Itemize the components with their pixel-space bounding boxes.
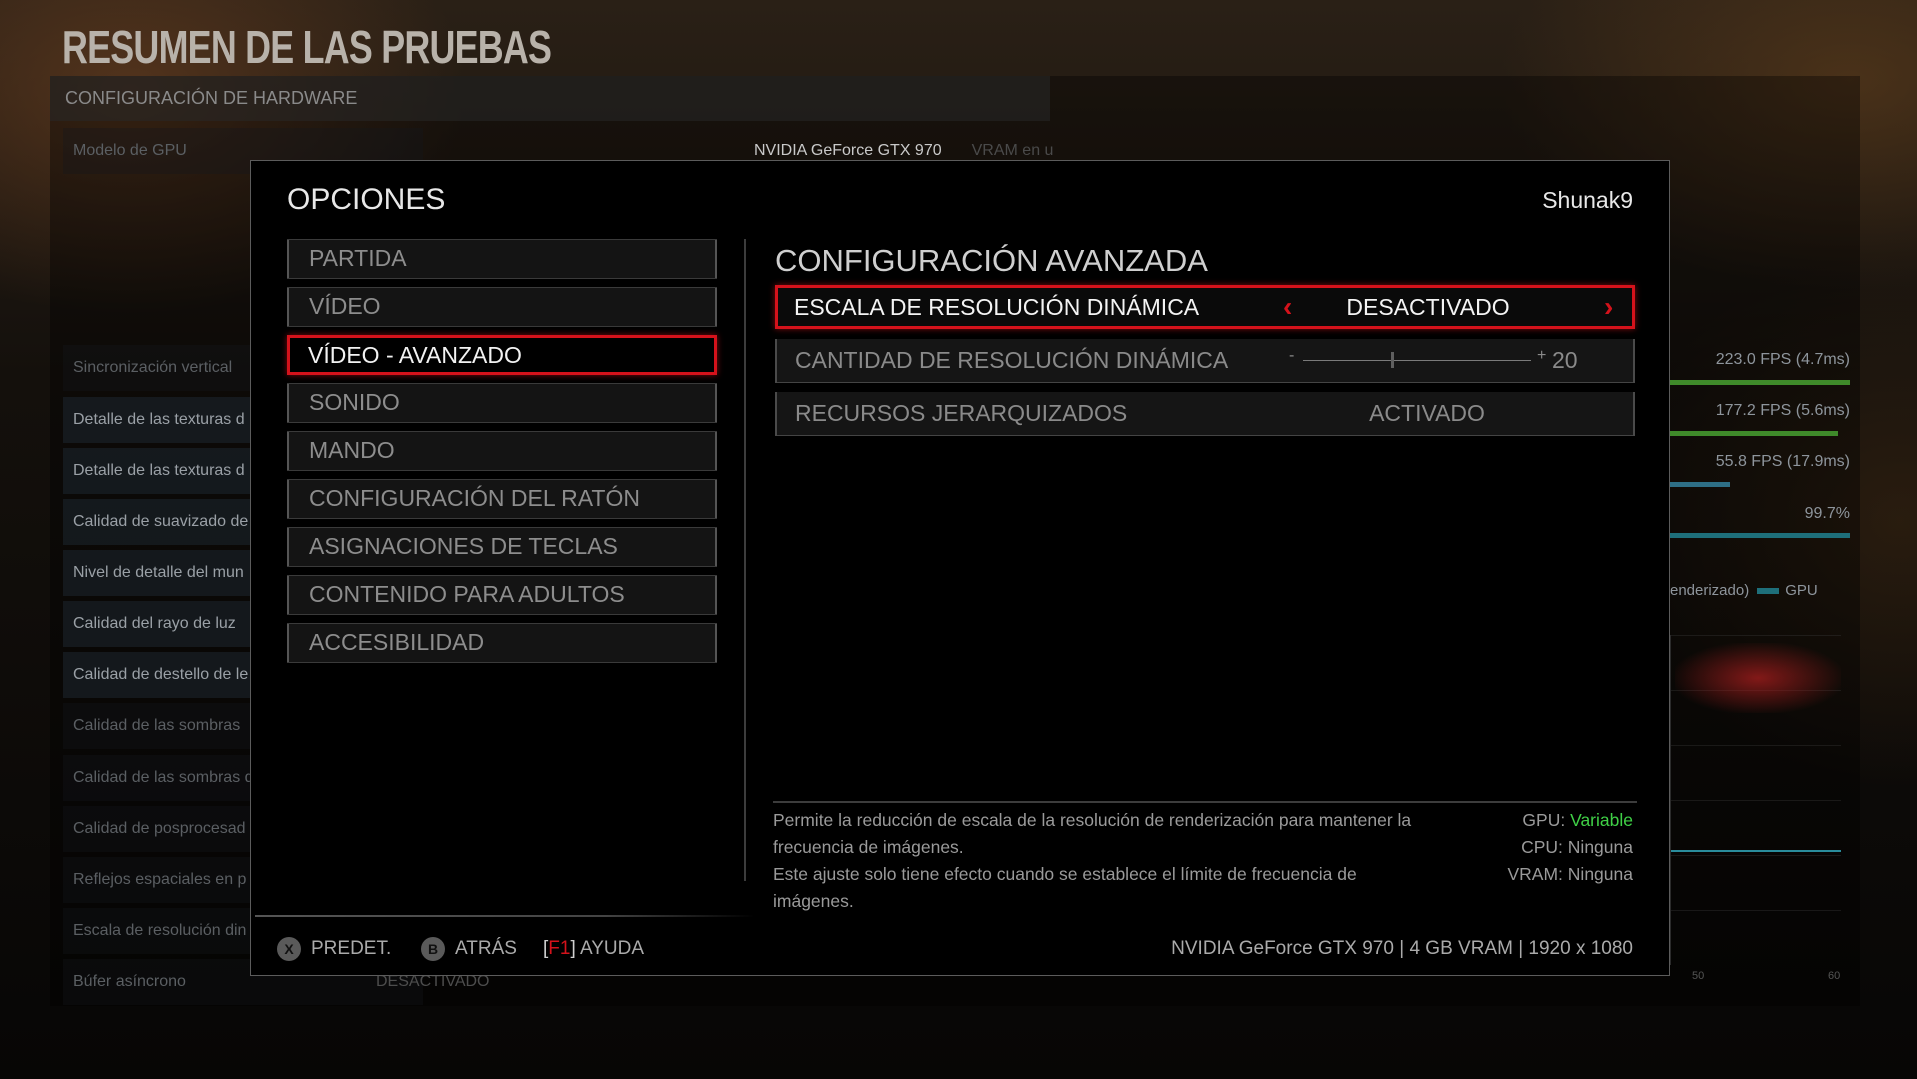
setting-description: Permite la reducción de escala de la res… [773,807,1473,915]
menu-item-video[interactable]: VÍDEO [287,287,717,327]
slider-plus-icon: + [1537,347,1547,364]
background-fps-bar [1670,380,1850,385]
background-gpu-value: NVIDIA GeForce GTX 970 VRAM en u [754,142,1054,159]
performance-impact: GPU: Variable CPU: Ninguna VRAM: Ninguna [1473,807,1633,888]
menu-item-configuracion-raton[interactable]: CONFIGURACIÓN DEL RATÓN [287,479,717,519]
impact-vram: VRAM: Ninguna [1507,864,1633,884]
setting-dynamic-resolution-amount[interactable]: CANTIDAD DE RESOLUCIÓN DINÁMICA - + 20 [775,339,1635,383]
background-fps: 223.0 FPS (4.7ms) [1715,351,1850,368]
background-axis-tick: 60 [1828,970,1841,982]
setting-value: DESACTIVADO [1346,294,1510,320]
background-percent: 99.7% [1804,505,1850,522]
dialog-title: OPCIONES [287,183,446,216]
system-info: NVIDIA GeForce GTX 970 | 4 GB VRAM | 192… [1171,938,1633,959]
impact-gpu: GPU: Variable [1522,810,1633,830]
gamertag: Shunak9 [1542,187,1633,213]
description-line: Este ajuste solo tiene efecto cuando se … [773,864,1357,884]
f1-key-icon: [F1] [543,938,576,959]
panel-divider [744,239,746,881]
slider-thumb[interactable] [1390,352,1394,368]
x-button-icon: X [277,936,301,961]
section-title: CONFIGURACIÓN AVANZADA [775,243,1208,278]
description-line: Permite la reducción de escala de la res… [773,810,1412,830]
menu-item-video-avanzado[interactable]: VÍDEO - AVANZADO [287,335,717,375]
impact-cpu: CPU: Ninguna [1521,837,1633,857]
background-graph [1670,635,1841,965]
legend-swatch-icon [1757,588,1780,595]
footer-divider [255,915,755,917]
menu-item-partida[interactable]: PARTIDA [287,239,717,279]
options-dialog: OPCIONES Shunak9 PARTIDA VÍDEO VÍDEO - A… [250,160,1670,976]
background-fps-bar [1670,482,1730,487]
background-hardware-header: CONFIGURACIÓN DE HARDWARE [50,76,1050,121]
description-divider [773,801,1637,803]
setting-tiled-resources[interactable]: RECURSOS JERARQUIZADOS ACTIVADO [775,392,1635,436]
slider-track[interactable] [1303,360,1531,361]
b-button-icon: B [421,936,445,961]
setting-value: ACTIVADO [1369,400,1485,426]
slider-value: 20 [1552,347,1578,373]
description-line: imágenes. [773,891,854,911]
menu-item-mando[interactable]: MANDO [287,431,717,471]
background-legend: (renderizado) GPU [1660,582,1818,599]
chevron-right-icon[interactable]: › [1604,288,1613,326]
background-fps-bar [1670,431,1838,436]
setting-label: RECURSOS JERARQUIZADOS [795,400,1128,426]
description-line: frecuencia de imágenes. [773,837,964,857]
back-button[interactable]: B ATRÁS [421,935,517,963]
background-fps: 55.8 FPS (17.9ms) [1715,453,1850,470]
background-fps: 177.2 FPS (5.6ms) [1715,402,1850,419]
default-button[interactable]: X PREDET. [277,935,391,963]
background-percent-bar [1670,533,1850,538]
background-title: RESUMEN DE LAS PRUEBAS [62,21,552,73]
slider-minus-icon: - [1289,347,1295,364]
setting-label: ESCALA DE RESOLUCIÓN DINÁMICA [794,294,1200,320]
setting-label: CANTIDAD DE RESOLUCIÓN DINÁMICA [795,347,1229,373]
background-axis-tick: 50 [1692,970,1705,982]
menu-item-asignaciones-teclas[interactable]: ASIGNACIONES DE TECLAS [287,527,717,567]
setting-dynamic-resolution-scale[interactable]: ESCALA DE RESOLUCIÓN DINÁMICA ‹ DESACTIV… [775,285,1635,329]
menu-item-accesibilidad[interactable]: ACCESIBILIDAD [287,623,717,663]
menu-item-contenido-adultos[interactable]: CONTENIDO PARA ADULTOS [287,575,717,615]
help-button[interactable]: [F1] AYUDA [543,935,644,963]
menu-item-sonido[interactable]: SONIDO [287,383,717,423]
